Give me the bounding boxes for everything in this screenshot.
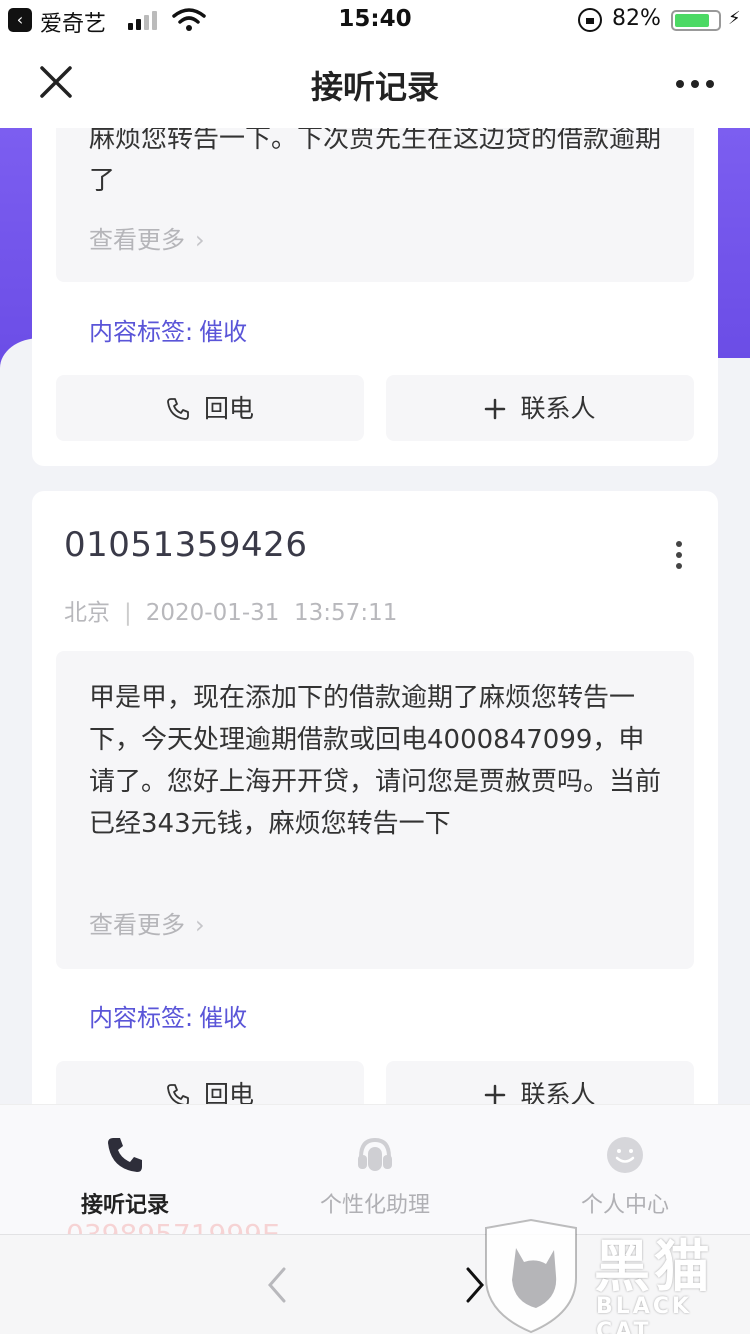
plus-icon — [485, 1084, 506, 1106]
tab-label: 个性化助理 — [319, 1193, 430, 1218]
more-options-icon[interactable] — [670, 62, 720, 102]
smiley-icon — [607, 1137, 643, 1173]
call-datetime: 2020-01-31 13:57:11 — [145, 600, 398, 626]
tab-call-records[interactable]: 接听记录 — [0, 1105, 250, 1235]
view-more-link[interactable]: 查看更多 › — [89, 905, 205, 940]
content-tag-value: 催收 — [199, 318, 248, 346]
call-record-card: 01051359426 北京 | 2020-01-31 13:57:11 甲是甲，现… — [32, 491, 718, 1171]
battery-icon — [671, 10, 721, 31]
transcript-text: 麻烦您转告一下。下次贾先生在这边贷的借款逾期了 — [89, 124, 662, 196]
battery-percent: 82% — [612, 6, 661, 31]
charging-icon: ⚡ — [728, 8, 741, 29]
content-tag-label: 内容标签: — [89, 318, 194, 346]
watermark-subtitle: BLACK CAT — [596, 1294, 693, 1334]
rotation-lock-icon — [578, 8, 602, 32]
transcript-text: 甲是甲，现在添加下的借款逾期了麻烦您转告一下，今天处理逾期借款或回电400084… — [89, 683, 662, 839]
callback-button[interactable]: 回电 — [56, 375, 364, 441]
content-tag-label: 内容标签: — [89, 1004, 194, 1032]
add-contact-button[interactable]: 联系人 — [386, 375, 694, 441]
battery-level — [675, 14, 710, 27]
transcript-box: 麻烦您转告一下。下次贾先生在这边贷的借款逾期了 查看更多 › — [56, 108, 694, 282]
plus-icon — [485, 398, 506, 420]
chevron-right-icon: › — [195, 226, 205, 254]
black-cat-logo-icon — [485, 1218, 577, 1334]
content-tag: 内容标签: 催收 — [89, 312, 247, 347]
tab-label: 个人中心 — [580, 1193, 669, 1218]
call-record-card: 麻烦您转告一下。下次贾先生在这边贷的借款逾期了 查看更多 › 内容标签: 催收 回电… — [32, 108, 718, 466]
nav-bar: 接听记录 — [0, 40, 750, 128]
tab-profile[interactable]: 个人中心 — [500, 1105, 750, 1235]
content-tag: 内容标签: 催收 — [89, 998, 247, 1033]
caller-location: 北京 — [64, 600, 110, 626]
callback-label: 回电 — [203, 394, 254, 423]
content-tag-value: 催收 — [199, 1004, 248, 1032]
call-meta: 北京 | 2020-01-31 13:57:11 — [64, 600, 398, 626]
watermark-title: 黑猫 — [594, 1235, 714, 1300]
transcript-box: 甲是甲，现在添加下的借款逾期了麻烦您转告一下，今天处理逾期借款或回电400084… — [56, 651, 694, 969]
bottom-tab-bar: 接听记录 个性化助理 个人中心 — [0, 1104, 750, 1234]
view-more-link[interactable]: 查看更多 › — [89, 220, 205, 255]
view-more-label: 查看更多 — [89, 911, 185, 939]
phone-icon — [167, 398, 189, 420]
browser-back-icon[interactable] — [262, 1265, 292, 1305]
watermark: 黑猫 BLACK CAT — [476, 1218, 750, 1334]
page-title: 接听记录 — [310, 68, 439, 106]
chevron-right-icon: › — [195, 911, 205, 939]
caller-number: 01051359426 — [64, 525, 308, 565]
add-contact-label: 联系人 — [520, 394, 596, 423]
view-more-label: 查看更多 — [89, 226, 185, 254]
phone-icon — [108, 1138, 142, 1172]
tab-assistant[interactable]: 个性化助理 — [250, 1105, 500, 1235]
headset-icon — [358, 1137, 392, 1171]
record-options-icon[interactable] — [676, 541, 684, 569]
tab-label: 接听记录 — [80, 1193, 169, 1218]
status-bar: ‹ 爱奇艺 15:40 82% ⚡ — [0, 0, 750, 40]
